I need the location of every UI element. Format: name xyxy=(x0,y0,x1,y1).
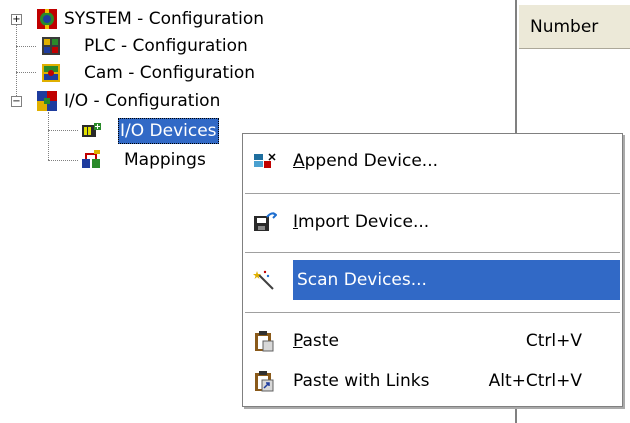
append-device-icon xyxy=(254,153,276,168)
tree-item-plc-configuration[interactable]: PLC - Configuration xyxy=(0,33,360,59)
tree-item-label: PLC - Configuration xyxy=(84,36,248,56)
menu-separator xyxy=(245,252,620,254)
magic-wand-icon xyxy=(253,270,274,290)
menu-item-text: mport Device... xyxy=(298,212,430,232)
tree-item-cam-configuration[interactable]: Cam - Configuration xyxy=(0,60,360,86)
menu-separator xyxy=(245,193,620,195)
menu-item-paste[interactable]: Paste Ctrl+V xyxy=(245,321,620,361)
context-menu: Append Device... Import Device... Scan D… xyxy=(242,133,623,407)
tree-item-label: I/O Devices xyxy=(118,118,219,144)
menu-item-text: ppend Device... xyxy=(304,151,439,171)
accelerator-letter: A xyxy=(293,151,305,171)
system-config-icon xyxy=(37,9,57,29)
tree-item-io-configuration[interactable]: − I/O - Configuration xyxy=(0,88,360,114)
menu-item-scan-devices[interactable]: Scan Devices... xyxy=(245,260,620,300)
menu-item-import-device[interactable]: Import Device... xyxy=(245,202,620,242)
menu-item-paste-with-links[interactable]: Paste with Links Alt+Ctrl+V xyxy=(245,361,620,401)
menu-separator xyxy=(245,312,620,314)
io-devices-icon xyxy=(82,123,101,137)
clipboard-icon xyxy=(255,331,274,352)
column-header-label: Number xyxy=(530,17,599,37)
tree-item-label: SYSTEM - Configuration xyxy=(64,9,264,29)
collapse-minus-icon[interactable]: − xyxy=(11,96,22,107)
io-config-icon xyxy=(37,91,57,111)
expand-plus-icon[interactable]: + xyxy=(11,14,22,25)
menu-item-label: Scan Devices... xyxy=(293,260,620,300)
paste-links-icon xyxy=(255,371,274,392)
import-device-icon xyxy=(254,212,277,231)
tree-item-mappings[interactable]: Mappings xyxy=(0,147,240,173)
shortcut-label: Ctrl+V xyxy=(525,331,582,351)
menu-item-label: Import Device... xyxy=(293,202,429,242)
tree-item-label: Mappings xyxy=(124,150,206,170)
tree-item-system-configuration[interactable]: + SYSTEM - Configuration xyxy=(0,6,360,32)
shortcut-label: Alt+Ctrl+V xyxy=(488,371,582,391)
tree-item-label: Cam - Configuration xyxy=(84,63,256,83)
menu-item-text: aste xyxy=(302,331,339,351)
plc-config-icon xyxy=(42,37,60,55)
mappings-icon xyxy=(82,150,100,168)
accelerator-letter: P xyxy=(293,331,303,351)
menu-item-label: Paste with Links xyxy=(293,371,430,391)
menu-item-label: Paste xyxy=(293,321,339,361)
cam-config-icon xyxy=(42,64,60,82)
header-separator xyxy=(517,5,519,50)
column-header-number[interactable]: Number xyxy=(517,4,630,50)
tree-item-label: I/O - Configuration xyxy=(64,91,221,111)
menu-item-label: Append Device... xyxy=(293,141,438,181)
menu-item-append-device[interactable]: Append Device... xyxy=(245,141,620,181)
